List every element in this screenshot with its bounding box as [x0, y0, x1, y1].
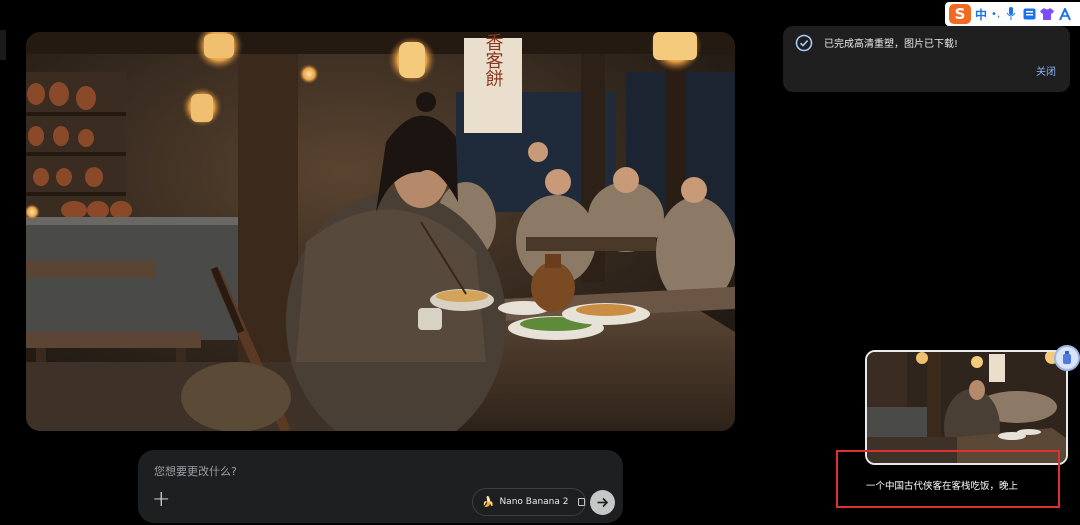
shirt-icon[interactable]: [1040, 7, 1055, 21]
punctuation-toggle[interactable]: •,: [991, 9, 1000, 20]
microphone-icon[interactable]: [1004, 7, 1018, 21]
generated-image[interactable]: 香客餅: [26, 32, 735, 431]
sogou-logo-icon[interactable]: S: [949, 4, 971, 24]
aspect-ratio-icon: [577, 498, 585, 506]
model-selector-button[interactable]: 🍌 Nano Banana 2: [472, 488, 586, 516]
check-circle-icon: [795, 34, 813, 52]
arrow-right-icon: [597, 497, 609, 508]
keyboard-icon[interactable]: [1022, 7, 1036, 21]
translate-icon[interactable]: [1058, 7, 1072, 21]
banana-icon: 🍌: [482, 496, 495, 508]
bottle-icon: [1063, 351, 1071, 364]
sign-text: 香客餅: [483, 33, 504, 87]
send-button[interactable]: [590, 490, 615, 515]
download-toast: 已完成高清重塑，图片已下载! 关闭: [783, 26, 1070, 92]
ime-mode-toggle[interactable]: 中: [975, 6, 987, 23]
toast-close-button[interactable]: 关闭: [1036, 63, 1056, 78]
add-attachment-button[interactable]: +: [152, 489, 170, 511]
sidebar-edge: [0, 30, 6, 60]
thumbnail-preview[interactable]: [865, 350, 1068, 465]
thumbnail-caption: 一个中国古代侠客在客栈吃饭，晚上: [866, 481, 1019, 492]
extension-badge[interactable]: [1054, 345, 1080, 371]
toast-message: 已完成高清重塑，图片已下载!: [824, 39, 959, 50]
prompt-input[interactable]: [152, 460, 596, 482]
model-label: Nano Banana 2: [499, 497, 569, 507]
ime-toolbar: S 中 •,: [945, 2, 1080, 26]
